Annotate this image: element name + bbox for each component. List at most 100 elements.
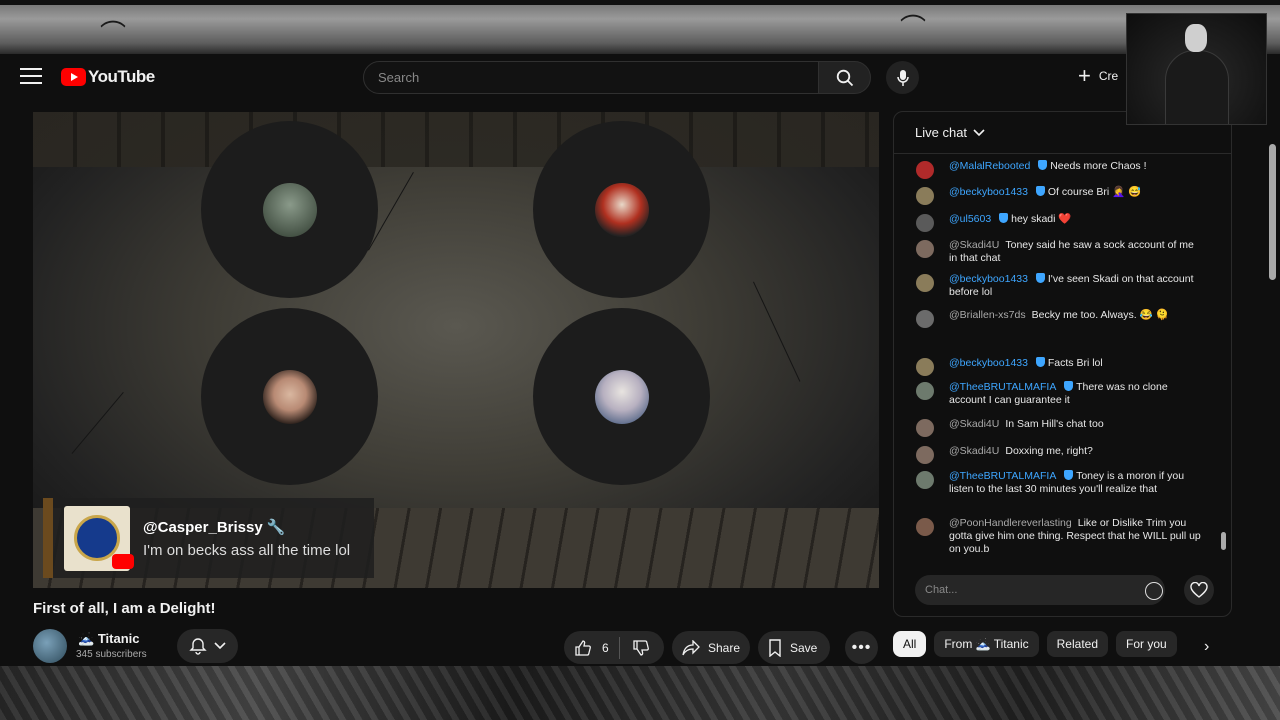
- share-arrow-icon: [682, 639, 700, 655]
- chat-message-body: @PoonHandlereverlasting Like or Dislike T…: [949, 517, 1201, 556]
- chat-author-name[interactable]: @TheeBRUTALMAFIA: [949, 470, 1056, 482]
- member-badge-icon: [999, 213, 1009, 223]
- search-input[interactable]: Search: [363, 61, 819, 94]
- member-badge-icon: [1035, 357, 1045, 367]
- chat-author-avatar[interactable]: [916, 187, 934, 205]
- chat-author-avatar[interactable]: [916, 214, 934, 232]
- page-scrollbar-thumb[interactable]: [1269, 144, 1276, 280]
- logo-text: YouTube: [88, 67, 155, 86]
- pip-figure-head: [1185, 24, 1207, 52]
- chat-author-name[interactable]: @beckyboo1433: [949, 357, 1028, 369]
- chat-author-avatar[interactable]: [916, 358, 934, 376]
- chip-related[interactable]: Related: [1046, 631, 1109, 657]
- chat-message-text: In Sam Hill's chat too: [1005, 418, 1104, 430]
- subscriber-count: 345 subscribers: [76, 649, 147, 660]
- chevron-right-icon[interactable]: ›: [1204, 638, 1209, 656]
- chat-author-name[interactable]: @TheeBRUTALMAFIA: [949, 381, 1056, 393]
- participant-tile[interactable]: [201, 121, 378, 298]
- like-button[interactable]: 6: [564, 631, 609, 664]
- chat-author-name[interactable]: @beckyboo1433: [949, 186, 1028, 198]
- bell-icon: [189, 638, 207, 655]
- chat-message[interactable]: @beckyboo1433 I've seen Skadi on that ac…: [916, 273, 1201, 299]
- bird-silhouette: ⌒: [100, 19, 127, 49]
- chat-message[interactable]: @beckyboo1433 Of course Bri 🤦‍♀️ 😅: [916, 186, 1201, 205]
- chat-message-body: @beckyboo1433 I've seen Skadi on that ac…: [949, 273, 1201, 299]
- chat-message[interactable]: @TheeBRUTALMAFIA Toney is a moron if you…: [916, 470, 1201, 496]
- channel-name[interactable]: 🗻 Titanic: [78, 631, 139, 647]
- chat-scrollbar-thumb[interactable]: [1221, 532, 1226, 550]
- chat-author-avatar[interactable]: [916, 240, 934, 258]
- chat-message[interactable]: @TheeBRUTALMAFIA There was no clone acco…: [916, 381, 1201, 407]
- voice-search-button[interactable]: [886, 61, 919, 94]
- chat-author-avatar[interactable]: [916, 419, 934, 437]
- participant-tile[interactable]: [533, 308, 710, 485]
- chat-message-list[interactable]: @MalalRebooted Needs more Chaos ! @beckyb…: [894, 158, 1219, 568]
- chat-author-name[interactable]: @PoonHandlereverlasting: [949, 517, 1072, 529]
- pip-figure-body: [1165, 50, 1229, 124]
- search-icon: [836, 69, 853, 86]
- chat-message[interactable]: @Skadi4U Toney said he saw a sock account…: [916, 239, 1201, 265]
- desktop-wallpaper-bottom: [0, 666, 1280, 720]
- desktop-wallpaper-top: ⌒ ⌒: [0, 0, 1280, 54]
- featured-comment-overlay: @Casper_Brissy 🔧 I'm on becks ass all th…: [43, 498, 374, 578]
- channel-avatar[interactable]: [33, 629, 67, 663]
- live-chat-title: Live chat: [915, 125, 968, 140]
- chat-author-avatar[interactable]: [916, 446, 934, 464]
- youtube-logo[interactable]: YouTube: [61, 67, 155, 87]
- chat-author-avatar[interactable]: [916, 471, 934, 489]
- chip-from-channel[interactable]: From 🗻 Titanic: [934, 631, 1039, 657]
- emoji-picker-icon[interactable]: [1145, 582, 1163, 600]
- chat-author-avatar[interactable]: [916, 382, 934, 400]
- chat-message[interactable]: @PoonHandlereverlasting Like or Dislike T…: [916, 517, 1201, 556]
- chat-author-name[interactable]: @Skadi4U: [949, 418, 999, 430]
- chat-message-body: @Briallen-xs7ds Becky me too. Always. 😂 🫠: [949, 309, 1201, 322]
- heart-icon: [1190, 582, 1208, 598]
- participant-avatar: [594, 182, 649, 237]
- member-badge-icon: [1035, 273, 1045, 283]
- participant-tile[interactable]: [201, 308, 378, 485]
- chat-author-name[interactable]: @ul5603: [949, 213, 991, 225]
- chat-author-name[interactable]: @Briallen-xs7ds: [949, 309, 1026, 321]
- save-button[interactable]: Save: [758, 631, 830, 664]
- chat-author-avatar[interactable]: [916, 161, 934, 179]
- chat-message[interactable]: @MalalRebooted Needs more Chaos !: [916, 160, 1201, 179]
- share-button[interactable]: Share: [672, 631, 750, 664]
- chat-message[interactable]: @ul5603 hey skadi ❤️: [916, 213, 1201, 232]
- chip-for-you[interactable]: For you: [1116, 631, 1177, 657]
- chat-message[interactable]: @Skadi4U Doxxing me, right?: [916, 445, 1201, 464]
- chat-message[interactable]: @beckyboo1433 Facts Bri lol: [916, 357, 1201, 376]
- related-filter-chips: All From 🗻 Titanic Related For you: [893, 631, 1177, 657]
- chat-author-name[interactable]: @Skadi4U: [949, 239, 999, 251]
- chat-author-avatar[interactable]: [916, 518, 934, 536]
- more-actions-button[interactable]: •••: [845, 631, 878, 664]
- search-button[interactable]: [818, 61, 871, 94]
- bird-silhouette: ⌒: [900, 13, 927, 43]
- video-player[interactable]: @Casper_Brissy 🔧 I'm on becks ass all th…: [33, 112, 879, 588]
- chat-message[interactable]: @Briallen-xs7ds Becky me too. Always. 😂 🫠: [916, 309, 1201, 328]
- page-scrollbar[interactable]: [1268, 126, 1277, 710]
- chat-message-text: Becky me too. Always. 😂 🫠: [1031, 309, 1169, 321]
- chat-input[interactable]: Chat...: [915, 575, 1165, 605]
- thumbs-up-icon: [575, 639, 591, 656]
- chat-message-body: @Skadi4U In Sam Hill's chat too: [949, 418, 1201, 431]
- chat-author-name[interactable]: @beckyboo1433: [949, 273, 1028, 285]
- chat-message[interactable]: @Skadi4U In Sam Hill's chat too: [916, 418, 1201, 437]
- chat-message-body: @TheeBRUTALMAFIA Toney is a moron if you…: [949, 470, 1201, 496]
- heart-reaction-button[interactable]: [1184, 575, 1214, 605]
- bookmark-icon: [769, 638, 781, 657]
- youtube-badge-icon: [112, 553, 134, 569]
- create-button[interactable]: + Cre: [1078, 65, 1118, 87]
- hamburger-menu-icon[interactable]: [20, 68, 42, 86]
- dislike-button[interactable]: [620, 631, 650, 664]
- participant-tile[interactable]: [533, 121, 710, 298]
- chat-author-avatar[interactable]: [916, 310, 934, 328]
- microphone-icon: [896, 69, 909, 86]
- chat-author-avatar[interactable]: [916, 274, 934, 292]
- wall-crack: [71, 392, 124, 454]
- overlay-comment-message: I'm on becks ass all the time lol: [143, 541, 351, 559]
- notification-bell-button[interactable]: [177, 629, 238, 663]
- chip-all[interactable]: All: [893, 631, 927, 657]
- chat-author-name[interactable]: @Skadi4U: [949, 445, 999, 457]
- chat-message-body: @Skadi4U Toney said he saw a sock account…: [949, 239, 1201, 265]
- chat-author-name[interactable]: @MalalRebooted: [949, 160, 1030, 172]
